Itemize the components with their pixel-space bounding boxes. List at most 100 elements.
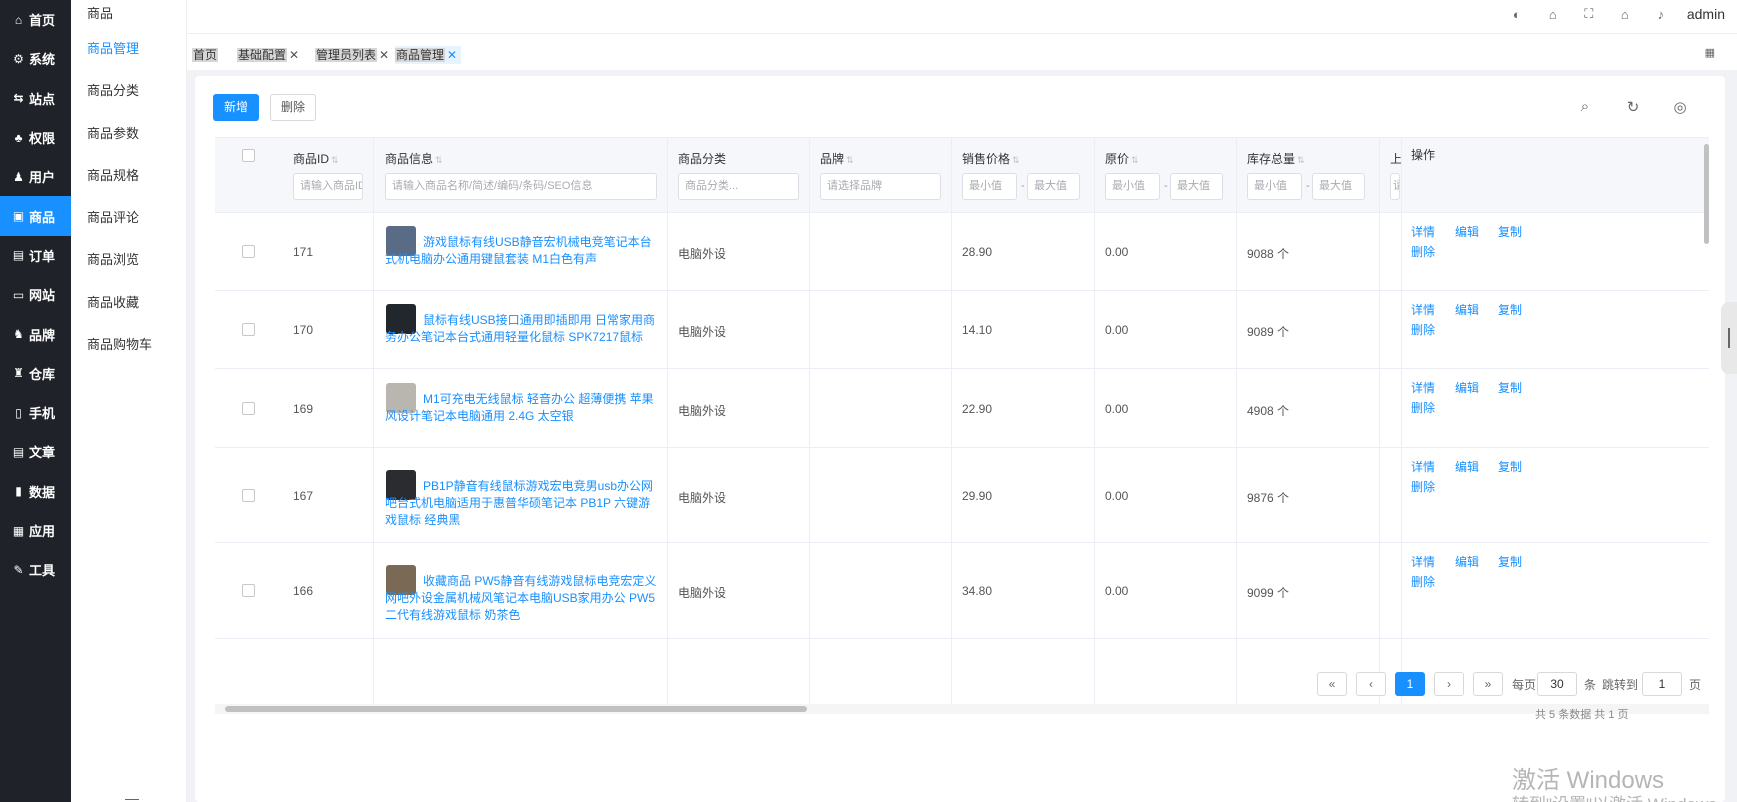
nav-item-7[interactable]: ▭ 网站	[0, 275, 71, 314]
col-id-header[interactable]: 商品ID ⇅	[293, 150, 339, 167]
jump-page-input[interactable]: 1	[1642, 672, 1682, 696]
nav-item-3[interactable]: ♣ 权限	[0, 118, 71, 157]
bell-icon[interactable]: ♪	[1643, 7, 1679, 22]
nav-item-13[interactable]: ▦ 应用	[0, 511, 71, 550]
select-all-checkbox[interactable]	[242, 149, 255, 162]
col-brand-header[interactable]: 品牌 ⇅	[820, 150, 854, 167]
side-drawer-handle[interactable]	[1721, 302, 1737, 374]
original-price-min-input[interactable]: 最小值	[1105, 173, 1160, 200]
delete-link[interactable]: 删除	[1411, 321, 1435, 338]
id-filter-input[interactable]: 请输入商品ID	[293, 173, 363, 200]
copy-link[interactable]: 复制	[1498, 458, 1522, 475]
edit-link[interactable]: 编辑	[1455, 553, 1479, 570]
refresh-icon[interactable]: ↻	[1623, 98, 1643, 116]
goods-name-link[interactable]: 鼠标有线USB接口通用即插即用 日常家用商务办公笔记本台式通用轻量化鼠标 SPK…	[385, 312, 660, 346]
collapse-handle[interactable]	[125, 799, 139, 800]
goods-name-link[interactable]: 收藏商品 PW5静音有线游戏鼠标电竞宏定义网吧外设金属机械风笔记本电脑USB家用…	[385, 573, 660, 624]
delete-link[interactable]: 删除	[1411, 573, 1435, 590]
close-icon[interactable]: ✕	[289, 48, 299, 62]
tab-goods-management[interactable]: 商品管理 ✕	[395, 46, 462, 64]
sub-menu-item-6[interactable]: 商品收藏	[71, 282, 186, 324]
sub-menu-item-0[interactable]: 商品管理	[71, 28, 186, 70]
fullscreen-icon[interactable]: ⛶	[1571, 6, 1607, 22]
row-checkbox[interactable]	[242, 245, 255, 258]
row-checkbox[interactable]	[242, 488, 255, 502]
current-page-button[interactable]: 1	[1395, 672, 1425, 696]
copy-link[interactable]: 复制	[1498, 223, 1522, 240]
close-icon[interactable]: ✕	[379, 48, 389, 62]
copy-link[interactable]: 复制	[1498, 553, 1522, 570]
copy-link[interactable]: 复制	[1498, 301, 1522, 318]
stock-max-input[interactable]: 最大值	[1312, 173, 1365, 200]
next-page-button[interactable]: ›	[1434, 672, 1464, 696]
shelf-filter-select[interactable]: 请	[1390, 173, 1400, 200]
prev-page-button[interactable]: ‹	[1356, 672, 1386, 696]
palette-icon[interactable]: ◐	[1499, 7, 1535, 22]
price-min-input[interactable]: 最小值	[962, 173, 1017, 200]
row-checkbox[interactable]	[242, 401, 255, 415]
nav-item-6[interactable]: ▤ 订单	[0, 236, 71, 275]
edit-link[interactable]: 编辑	[1455, 301, 1479, 318]
brand-filter-select[interactable]: 请选择品牌	[820, 173, 941, 200]
detail-link[interactable]: 详情	[1411, 553, 1435, 570]
horizontal-scrollbar[interactable]	[215, 704, 1709, 714]
stock-min-input[interactable]: 最小值	[1247, 173, 1302, 200]
edit-link[interactable]: 编辑	[1455, 223, 1479, 240]
nav-item-8[interactable]: ♞ 品牌	[0, 314, 71, 353]
tab-admin-list[interactable]: 管理员列表 ✕	[315, 46, 389, 64]
home-icon[interactable]: ⌂	[1607, 7, 1643, 22]
goods-name-link[interactable]: M1可充电无线鼠标 轻音办公 超薄便携 苹果风设计笔记本电脑通用 2.4G 太空…	[385, 391, 660, 425]
delete-button[interactable]: 删除	[270, 94, 316, 121]
nav-item-12[interactable]: ▮ 数据	[0, 472, 71, 511]
col-info-header[interactable]: 商品信息 ⇅	[385, 150, 443, 167]
nav-item-1[interactable]: ⚙ 系统	[0, 39, 71, 78]
delete-link[interactable]: 删除	[1411, 399, 1435, 416]
search-icon[interactable]: ⌕	[1575, 98, 1595, 115]
sub-menu-item-4[interactable]: 商品评论	[71, 197, 186, 239]
sub-menu-item-7[interactable]: 商品购物车	[71, 324, 186, 366]
add-button[interactable]: 新增	[213, 94, 259, 121]
nav-item-5[interactable]: ▣ 商品	[0, 196, 71, 236]
info-filter-input[interactable]: 请输入商品名称/简述/编码/条码/SEO信息	[385, 173, 657, 200]
detail-link[interactable]: 详情	[1411, 379, 1435, 396]
copy-link[interactable]: 复制	[1498, 379, 1522, 396]
sub-menu-item-3[interactable]: 商品规格	[71, 155, 186, 197]
edit-link[interactable]: 编辑	[1455, 458, 1479, 475]
edit-link[interactable]: 编辑	[1455, 379, 1479, 396]
sub-menu-item-2[interactable]: 商品参数	[71, 113, 186, 155]
tab-home[interactable]: 首页	[192, 46, 219, 64]
delete-link[interactable]: 删除	[1411, 243, 1435, 260]
tab-basic-config[interactable]: 基础配置 ✕	[237, 46, 299, 64]
detail-link[interactable]: 详情	[1411, 223, 1435, 240]
original-price-max-input[interactable]: 最大值	[1170, 173, 1223, 200]
nav-item-2[interactable]: ⇆ 站点	[0, 79, 71, 118]
nav-item-9[interactable]: ♜ 仓库	[0, 354, 71, 393]
row-checkbox[interactable]	[242, 584, 255, 597]
nav-item-11[interactable]: ▤ 文章	[0, 432, 71, 471]
grid-icon[interactable]: ▦	[1705, 46, 1715, 59]
goods-name-link[interactable]: PB1P静音有线鼠标游戏宏电竞男usb办公网吧台式机电脑适用于惠普华硕笔记本 P…	[385, 478, 660, 529]
first-page-button[interactable]: «	[1317, 672, 1347, 696]
last-page-button[interactable]: »	[1473, 672, 1503, 696]
user-name[interactable]: admin	[1679, 6, 1737, 22]
col-stock-header[interactable]: 库存总量 ⇅	[1247, 150, 1305, 167]
nav-item-14[interactable]: ✎ 工具	[0, 550, 71, 589]
detail-link[interactable]: 详情	[1411, 301, 1435, 318]
sub-menu-item-5[interactable]: 商品浏览	[71, 239, 186, 281]
sub-menu-item-1[interactable]: 商品分类	[71, 70, 186, 112]
delete-link[interactable]: 删除	[1411, 478, 1435, 495]
close-icon[interactable]: ✕	[447, 48, 457, 62]
category-filter-select[interactable]: 商品分类...	[678, 173, 799, 200]
per-page-input[interactable]: 30	[1537, 672, 1577, 696]
bank-icon[interactable]: ⌂	[1535, 7, 1571, 22]
vertical-scrollbar[interactable]	[1704, 144, 1709, 244]
nav-item-4[interactable]: ♟ 用户	[0, 157, 71, 196]
goods-name-link[interactable]: 游戏鼠标有线USB静音宏机械电竞笔记本台式机电脑办公通用键鼠套装 M1白色有声	[385, 234, 660, 268]
nav-item-0[interactable]: ⌂ 首页	[0, 0, 71, 39]
nav-item-10[interactable]: ▯ 手机	[0, 393, 71, 432]
col-original-price-header[interactable]: 原价 ⇅	[1105, 150, 1139, 167]
detail-link[interactable]: 详情	[1411, 458, 1435, 475]
row-checkbox[interactable]	[242, 323, 255, 336]
price-max-input[interactable]: 最大值	[1027, 173, 1080, 200]
col-price-header[interactable]: 销售价格 ⇅	[962, 150, 1020, 167]
